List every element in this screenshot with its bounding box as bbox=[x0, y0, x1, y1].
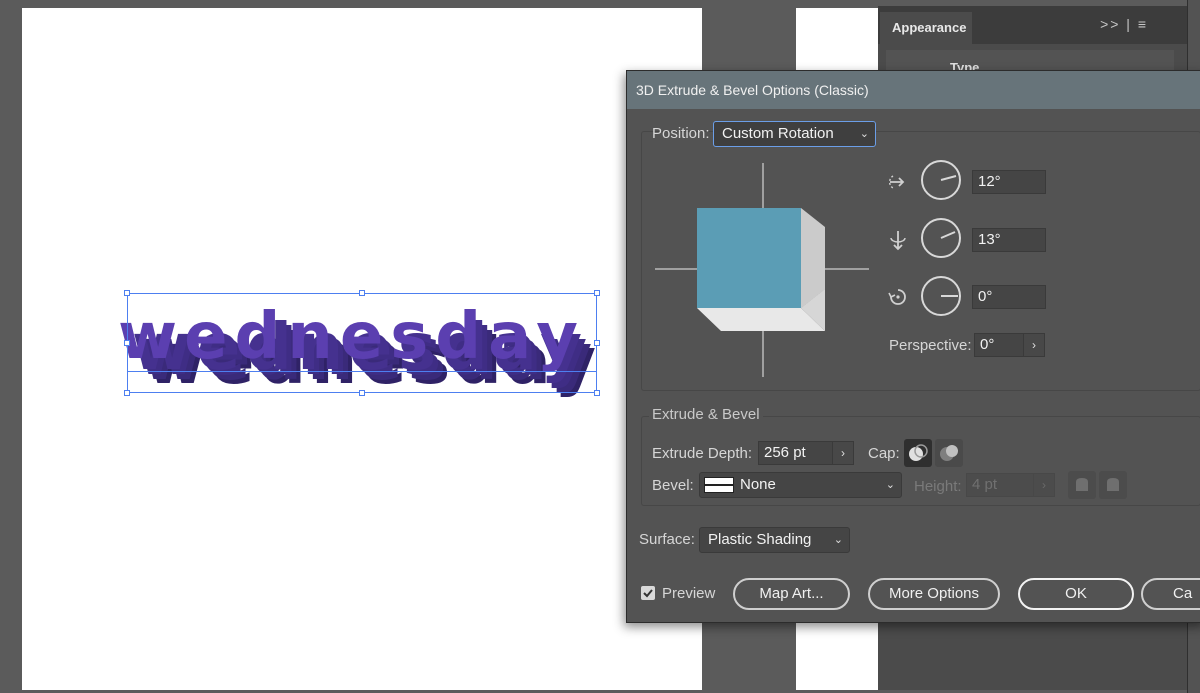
chevron-down-icon: ⌄ bbox=[885, 479, 895, 491]
cap-on-button[interactable] bbox=[904, 439, 932, 467]
rotate-z-dial[interactable] bbox=[921, 276, 961, 316]
rotate-x-input[interactable]: 12° bbox=[972, 170, 1046, 194]
position-select[interactable]: Custom Rotation ⌄ bbox=[713, 121, 876, 147]
extrude-depth-label: Extrude Depth: bbox=[652, 445, 753, 462]
rotate-z-axis-icon bbox=[888, 289, 906, 305]
selection-handle[interactable] bbox=[359, 390, 365, 396]
rotation-track-cube[interactable] bbox=[655, 163, 871, 379]
extrude-bevel-group-title: Extrude & Bevel bbox=[649, 406, 763, 423]
bevel-select[interactable]: None ⌄ bbox=[699, 472, 902, 498]
selection-handle[interactable] bbox=[594, 290, 600, 296]
selection-handle[interactable] bbox=[594, 340, 600, 346]
cancel-button[interactable]: Ca bbox=[1141, 578, 1200, 610]
selection-handle[interactable] bbox=[594, 390, 600, 396]
panel-tab-bar: Appearance >> | ≡ bbox=[878, 6, 1188, 44]
extrude-bevel-dialog: 3D Extrude & Bevel Options (Classic) Pos… bbox=[626, 70, 1200, 623]
preview-label: Preview bbox=[662, 585, 716, 602]
selection-baseline bbox=[127, 371, 597, 372]
cap-label: Cap: bbox=[868, 445, 900, 462]
bevel-out-icon bbox=[1076, 478, 1088, 491]
cube-front-face bbox=[697, 208, 801, 308]
perspective-slider-toggle[interactable]: › bbox=[1023, 333, 1045, 357]
bevel-preview-swatch bbox=[704, 477, 734, 493]
selection-handle[interactable] bbox=[124, 290, 130, 296]
rotate-x-dial[interactable] bbox=[921, 160, 961, 200]
selection-bounding-box[interactable] bbox=[127, 293, 597, 393]
extrude-depth-slider-toggle[interactable]: › bbox=[832, 441, 854, 465]
map-art-button[interactable]: Map Art... bbox=[733, 578, 850, 610]
rotate-y-dial[interactable] bbox=[921, 218, 961, 258]
bevel-height-slider-toggle[interactable]: › bbox=[1033, 473, 1055, 497]
bevel-in-button[interactable] bbox=[1099, 471, 1127, 499]
position-select-value: Custom Rotation bbox=[722, 125, 834, 142]
rotate-y-input[interactable]: 13° bbox=[972, 228, 1046, 252]
bevel-height-label: Height: bbox=[914, 478, 962, 495]
bevel-label: Bevel: bbox=[652, 477, 694, 494]
ok-button[interactable]: OK bbox=[1018, 578, 1134, 610]
bevel-height-input[interactable]: 4 pt bbox=[966, 473, 1034, 497]
chevron-down-icon: ⌄ bbox=[833, 534, 843, 546]
rotate-x-axis-icon bbox=[888, 175, 905, 189]
bevel-in-icon bbox=[1107, 478, 1119, 491]
cap-off-icon bbox=[940, 445, 958, 461]
chevron-down-icon: ⌄ bbox=[859, 128, 869, 140]
cap-on-icon bbox=[909, 444, 928, 461]
position-label: Position: bbox=[652, 125, 710, 142]
preview-checkbox[interactable] bbox=[641, 586, 655, 600]
surface-select[interactable]: Plastic Shading ⌄ bbox=[699, 527, 850, 553]
bevel-out-button[interactable] bbox=[1068, 471, 1096, 499]
rotate-y-axis-icon bbox=[890, 231, 906, 251]
checkmark-icon bbox=[643, 589, 653, 598]
surface-label: Surface: bbox=[639, 531, 695, 548]
tab-appearance[interactable]: Appearance bbox=[880, 12, 972, 44]
perspective-input[interactable]: 0° bbox=[974, 333, 1024, 357]
perspective-label: Perspective: bbox=[889, 337, 972, 354]
selection-handle[interactable] bbox=[124, 340, 130, 346]
dialog-title[interactable]: 3D Extrude & Bevel Options (Classic) bbox=[627, 71, 1200, 109]
surface-select-value: Plastic Shading bbox=[708, 531, 812, 548]
panel-menu-icon[interactable]: >> | ≡ bbox=[1100, 16, 1148, 32]
extrude-depth-input[interactable]: 256 pt bbox=[758, 441, 833, 465]
selection-handle[interactable] bbox=[359, 290, 365, 296]
more-options-button[interactable]: More Options bbox=[868, 578, 1000, 610]
bevel-select-value: None bbox=[740, 476, 776, 493]
rotate-z-input[interactable]: 0° bbox=[972, 285, 1046, 309]
selection-handle[interactable] bbox=[124, 390, 130, 396]
cap-off-button[interactable] bbox=[935, 439, 963, 467]
